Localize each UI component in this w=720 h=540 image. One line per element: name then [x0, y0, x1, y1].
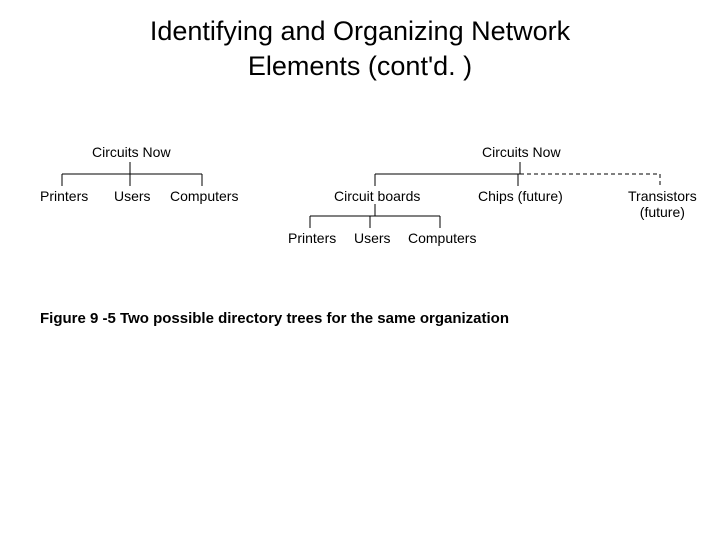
title-line-1: Identifying and Organizing Network — [150, 16, 570, 46]
left-child-printers: Printers — [40, 188, 88, 204]
left-child-users: Users — [114, 188, 151, 204]
figure-caption: Figure 9 -5 Two possible directory trees… — [40, 310, 509, 327]
right-child-chips: Chips (future) — [478, 188, 563, 204]
right-root: Circuits Now — [482, 144, 561, 160]
left-child-computers: Computers — [170, 188, 238, 204]
transistors-line2: (future) — [640, 204, 685, 220]
boards-child-users: Users — [354, 230, 391, 246]
transistors-line1: Transistors — [628, 188, 697, 204]
boards-child-printers: Printers — [288, 230, 336, 246]
right-child-boards: Circuit boards — [334, 188, 420, 204]
left-root: Circuits Now — [92, 144, 171, 160]
page-title: Identifying and Organizing Network Eleme… — [0, 14, 720, 84]
title-line-2: Elements (cont'd. ) — [248, 51, 472, 81]
right-child-transistors: Transistors (future) — [628, 188, 697, 220]
diagram-area: Circuits Now Printers Users Computers Ci… — [0, 140, 720, 310]
boards-child-computers: Computers — [408, 230, 476, 246]
